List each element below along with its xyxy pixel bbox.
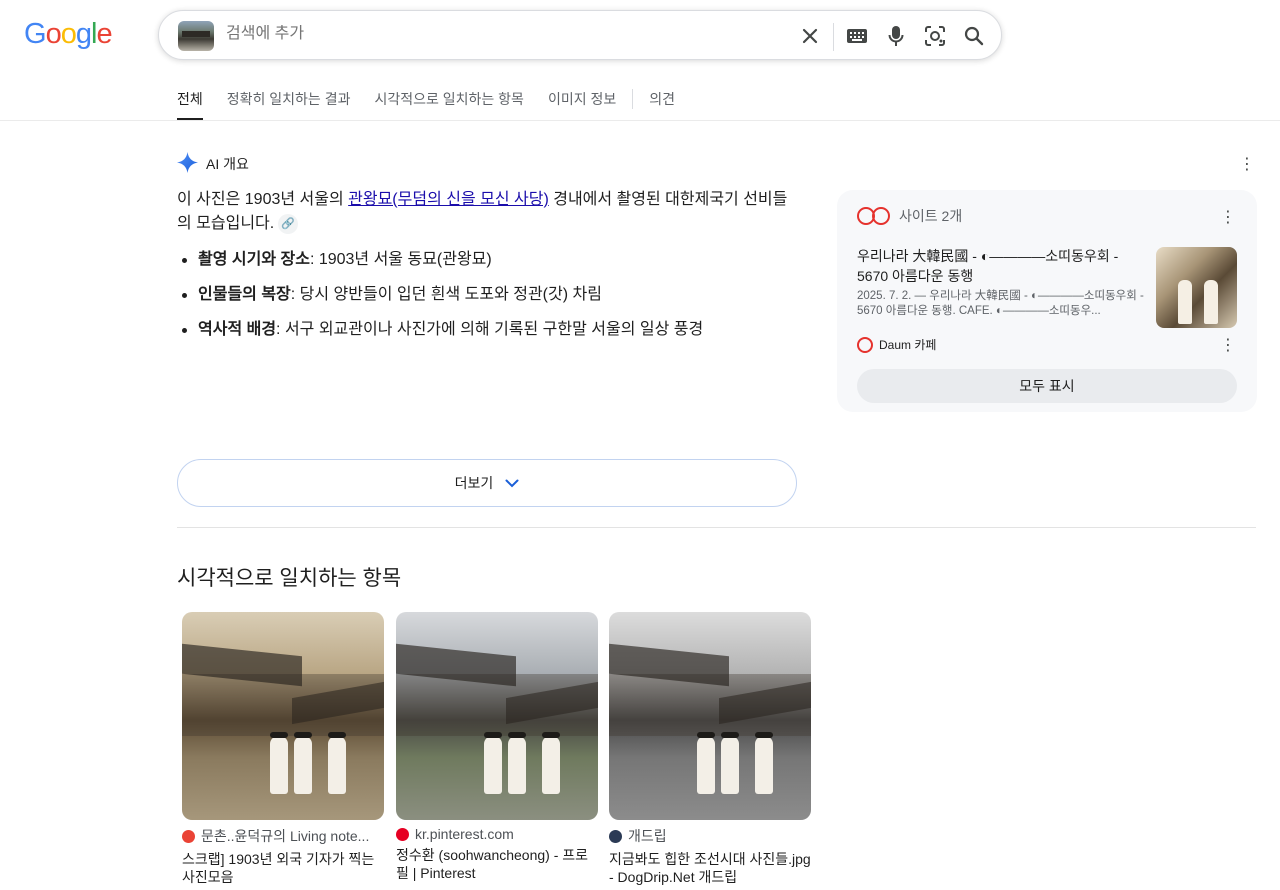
image-detail — [508, 736, 526, 794]
link-icon[interactable]: 🔗 — [278, 213, 299, 234]
intro-link[interactable]: 관왕묘(무덤의 신을 모신 사당) — [348, 191, 549, 208]
search-tabs: 전체 정확히 일치하는 결과 시각적으로 일치하는 항목 이미지 정보 의견 — [177, 89, 699, 121]
visual-match-image[interactable] — [609, 612, 811, 820]
source-thumbnail[interactable] — [1156, 247, 1237, 328]
image-detail — [697, 736, 715, 794]
sources-header: 사이트 2개 — [857, 206, 962, 226]
image-detail — [697, 732, 715, 738]
source-snippet: 2025. 7. 2. — 우리나라 大韓民國 - ◐————소띠동우회 - 5… — [857, 290, 1144, 317]
visual-matches-heading: 시각적으로 일치하는 항목 — [177, 567, 402, 590]
list-item: 역사적 배경: 서구 외교관이나 사진가에 의해 기록된 구한말 서울의 일상 … — [177, 318, 797, 342]
tab-all[interactable]: 전체 — [177, 89, 203, 121]
figure-shape — [1204, 280, 1218, 324]
image-detail — [328, 732, 346, 738]
show-all-button[interactable]: 모두 표시 — [857, 369, 1237, 403]
visual-match-image[interactable] — [182, 612, 384, 820]
image-detail — [755, 732, 773, 738]
daum-cafe-logo-icon — [857, 206, 891, 226]
tabs-divider — [632, 89, 634, 109]
image-detail — [542, 732, 560, 738]
logo-letter: o — [45, 18, 62, 50]
list-item: 인물들의 복장: 당시 양반들이 입던 흰색 도포와 정관(갓) 차림 — [177, 283, 797, 307]
dogdrip-favicon-icon — [609, 829, 622, 843]
tab-visual-matches[interactable]: 시각적으로 일치하는 항목 — [374, 89, 523, 121]
image-detail — [294, 732, 312, 738]
bullet-text: : 서구 외교관이나 사진가에 의해 기록된 구한말 서울의 일상 풍경 — [276, 321, 704, 338]
search-box — [158, 10, 1002, 60]
close-icon[interactable] — [797, 23, 823, 49]
logo-letter: e — [96, 18, 112, 50]
visual-match-caption[interactable]: 정수환 (soohwancheong) - 프로필 | Pinterest — [396, 846, 598, 882]
more-options-icon[interactable]: ⋮ — [1237, 154, 1257, 174]
figure-shape — [1178, 280, 1192, 324]
site-favicon-icon — [182, 829, 195, 843]
search-divider — [833, 23, 834, 51]
visual-match-site-name: kr.pinterest.com — [415, 826, 514, 842]
ai-overview-body: 이 사진은 1903년 서울의 관왕묘(무덤의 신을 모신 사당) 경내에서 촬… — [177, 188, 797, 353]
bullet-term: 인물들의 복장 — [198, 286, 291, 303]
visual-match-caption[interactable]: 스크랩] 1903년 외국 기자가 찍는 사진모음 — [182, 850, 384, 886]
search-image-thumbnail[interactable] — [178, 21, 214, 51]
visual-match-caption[interactable]: 지금봐도 힙한 조선시대 사진들.jpg - DogDrip.Net 개드립 — [609, 850, 811, 886]
header-divider — [0, 120, 1280, 121]
visual-match-site-name: 개드립 — [628, 828, 667, 844]
visual-match-card[interactable]: 개드립 지금봐도 힙한 조선시대 사진들.jpg - DogDrip.Net 개… — [609, 612, 811, 886]
microphone-icon[interactable] — [883, 23, 909, 49]
show-more-label: 더보기 — [454, 475, 494, 491]
image-detail — [270, 736, 288, 794]
sources-more-options-icon[interactable]: ⋮ — [1218, 207, 1238, 227]
list-item: 촬영 시기와 장소: 1903년 서울 동묘(관왕묘) — [177, 248, 797, 272]
logo-letter: g — [75, 18, 92, 50]
image-detail — [484, 736, 502, 794]
tab-image-info[interactable]: 이미지 정보 — [548, 89, 616, 121]
image-detail — [270, 732, 288, 738]
image-detail — [508, 732, 526, 738]
logo-letter: o — [60, 18, 77, 50]
daum-favicon-icon — [857, 336, 873, 353]
visual-match-site-name: 문촌..윤덕규의 Living note... — [201, 828, 370, 844]
image-detail — [542, 736, 560, 794]
google-logo[interactable]: Google — [24, 18, 113, 51]
pinterest-favicon-icon — [396, 827, 409, 841]
ai-overview-bullets: 촬영 시기와 장소: 1903년 서울 동묘(관왕묘) 인물들의 복장: 당시 … — [177, 248, 797, 342]
image-detail — [721, 736, 739, 794]
camera-lens-icon[interactable] — [922, 23, 948, 49]
bullet-term: 역사적 배경 — [198, 321, 277, 338]
source-item-more-icon[interactable]: ⋮ — [1218, 335, 1238, 355]
show-more-button[interactable]: 더보기 — [177, 459, 797, 507]
section-divider — [177, 527, 1256, 528]
visual-match-site: 개드립 — [609, 826, 811, 846]
visual-match-site: 문촌..윤덕규의 Living note... — [182, 826, 384, 846]
source-title[interactable]: 우리나라 大韓民國 - ◐————소띠동우회 - 5670 아름다운 동행 — [857, 246, 1139, 286]
ai-overview-title: AI 개요 — [206, 156, 249, 172]
image-detail — [721, 732, 739, 738]
sources-count: 사이트 2개 — [899, 208, 963, 224]
bullet-text: : 당시 양반들이 입던 흰색 도포와 정관(갓) 차림 — [290, 286, 602, 303]
intro-text: 이 사진은 1903년 서울의 — [177, 191, 349, 208]
source-site[interactable]: Daum 카페 — [857, 336, 936, 353]
ai-overview-header: AI 개요 — [177, 152, 249, 176]
tab-exact-matches[interactable]: 정확히 일치하는 결과 — [227, 89, 351, 121]
bullet-text: : 1903년 서울 동묘(관왕묘) — [309, 251, 492, 268]
sources-panel: 사이트 2개 ⋮ 우리나라 大韓民國 - ◐————소띠동우회 - 5670 아… — [837, 190, 1257, 412]
chevron-down-icon — [505, 475, 519, 491]
bullet-term: 촬영 시기와 장소 — [198, 251, 310, 268]
source-site-name: Daum 카페 — [879, 338, 937, 352]
image-detail — [484, 732, 502, 738]
image-detail — [294, 736, 312, 794]
visual-match-card[interactable]: 문촌..윤덕규의 Living note... 스크랩] 1903년 외국 기자… — [182, 612, 384, 886]
visual-match-card[interactable]: kr.pinterest.com 정수환 (soohwancheong) - 프… — [396, 612, 598, 882]
visual-match-image[interactable] — [396, 612, 598, 820]
feedback-link[interactable]: 의견 — [649, 89, 675, 121]
search-input[interactable] — [226, 25, 786, 43]
ai-overview-intro: 이 사진은 1903년 서울의 관왕묘(무덤의 신을 모신 사당) 경내에서 촬… — [177, 188, 797, 236]
keyboard-icon[interactable] — [844, 23, 870, 49]
gemini-sparkle-icon — [177, 152, 198, 176]
visual-match-site: kr.pinterest.com — [396, 826, 598, 842]
image-detail — [328, 736, 346, 794]
search-icon[interactable] — [961, 23, 987, 49]
image-detail — [755, 736, 773, 794]
logo-letter: G — [24, 18, 47, 50]
